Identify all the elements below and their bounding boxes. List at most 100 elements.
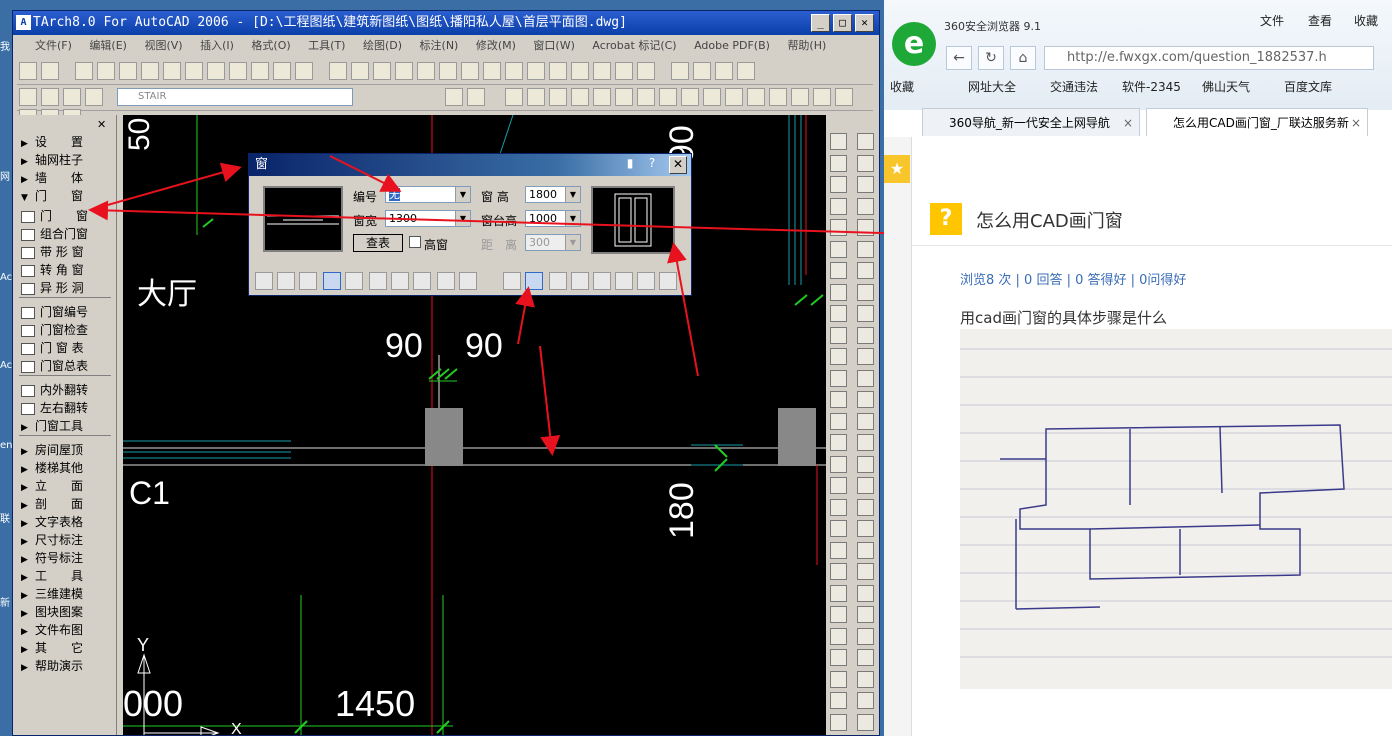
tool-icon[interactable] xyxy=(830,434,847,451)
tool-palette-icon[interactable] xyxy=(549,62,567,80)
cut-icon[interactable] xyxy=(207,62,225,80)
make-block-icon[interactable] xyxy=(768,88,787,106)
insert-mode-icon[interactable] xyxy=(277,272,295,290)
tool-icon[interactable] xyxy=(830,133,847,150)
left-menu-item[interactable]: 异 形 洞 xyxy=(21,279,113,297)
tool-icon[interactable] xyxy=(857,434,874,451)
menu-view[interactable]: 查看 xyxy=(1308,12,1332,29)
left-menu-item[interactable]: 带 形 窗 xyxy=(21,243,113,261)
print-icon[interactable] xyxy=(141,62,159,80)
left-menu-item[interactable]: ▶ 文字表格 xyxy=(21,513,113,531)
fav-link[interactable]: 网址大全 xyxy=(968,78,1016,95)
fav-link[interactable]: 百度文库 xyxy=(1284,78,1332,95)
menu-adobe-pdf[interactable]: Adobe PDF(B) xyxy=(694,39,770,52)
close-button[interactable]: ✕ xyxy=(855,14,874,32)
fav-link[interactable]: 佛山天气 xyxy=(1202,78,1250,95)
insert-mode-icon[interactable] xyxy=(525,272,543,290)
insert-mode-icon[interactable] xyxy=(637,272,655,290)
tool-icon[interactable] xyxy=(857,262,874,279)
calculator-icon[interactable] xyxy=(615,62,633,80)
line-icon[interactable] xyxy=(504,88,523,106)
sill-select[interactable]: 1000 ▼ xyxy=(525,210,581,227)
zoom-window-icon[interactable] xyxy=(461,62,479,80)
tool-icon[interactable] xyxy=(830,305,847,322)
close-icon[interactable]: ✕ xyxy=(97,118,106,131)
pen-icon[interactable] xyxy=(671,62,689,80)
polyline-icon[interactable] xyxy=(548,88,567,106)
tool-icon[interactable] xyxy=(857,348,874,365)
layer-manager-icon[interactable] xyxy=(19,88,37,106)
menu-window[interactable]: 窗口(W) xyxy=(533,39,574,52)
zoom-prev-icon[interactable] xyxy=(483,62,501,80)
left-menu-item[interactable]: 门窗总表 xyxy=(21,357,113,375)
left-menu-item[interactable]: ▶ 立 面 xyxy=(21,477,113,495)
save-icon[interactable] xyxy=(119,62,137,80)
gradient-icon[interactable] xyxy=(834,88,853,106)
insert-mode-icon[interactable] xyxy=(345,272,363,290)
cloud-icon[interactable] xyxy=(658,88,677,106)
left-menu-item[interactable]: 门 窗 xyxy=(21,207,113,225)
undo-icon[interactable] xyxy=(329,62,347,80)
insert-mode-icon[interactable] xyxy=(571,272,589,290)
insert-mode-icon[interactable] xyxy=(255,272,273,290)
rectangle-icon[interactable] xyxy=(592,88,611,106)
design-center-icon[interactable] xyxy=(527,62,545,80)
height-select[interactable]: 1800 ▼ xyxy=(525,186,581,203)
lock-icon[interactable] xyxy=(85,88,103,106)
left-menu-item[interactable]: 内外翻转 xyxy=(21,381,113,399)
left-menu-item[interactable]: ▶ 帮助演示 xyxy=(21,657,113,675)
fav-link[interactable]: 软件-2345 xyxy=(1122,78,1181,95)
tool-icon[interactable] xyxy=(857,584,874,602)
tool-icon[interactable] xyxy=(857,133,874,150)
left-menu-item[interactable]: ▶ 设 置 xyxy=(21,133,113,151)
publish-icon[interactable] xyxy=(185,62,203,80)
tab-question[interactable]: 怎么用CAD画门窗_厂联达服务新 × xyxy=(1146,108,1368,136)
left-menu-item[interactable]: ▶ 工 具 xyxy=(21,567,113,585)
tool-icon[interactable] xyxy=(857,713,874,731)
insert-mode-icon[interactable] xyxy=(615,272,633,290)
tool-icon[interactable] xyxy=(857,240,874,258)
new-icon[interactable] xyxy=(75,62,93,80)
left-menu-item[interactable]: ▶ 门窗工具 xyxy=(21,417,113,435)
redo-icon[interactable] xyxy=(351,62,369,80)
tool-icon[interactable] xyxy=(857,369,874,387)
menu-file[interactable]: 文件(F) xyxy=(35,39,72,52)
refresh-icon[interactable]: ↻ xyxy=(978,46,1004,70)
back-icon[interactable]: ← xyxy=(946,46,972,70)
menu-format[interactable]: 格式(O) xyxy=(251,39,290,52)
sun-icon[interactable] xyxy=(63,88,81,106)
copy-icon[interactable] xyxy=(229,62,247,80)
bulb-icon[interactable] xyxy=(41,88,59,106)
tool-icon[interactable] xyxy=(857,498,874,516)
tool-icon[interactable] xyxy=(830,692,847,709)
left-menu-item[interactable]: ▶ 其 它 xyxy=(21,639,113,657)
left-menu-item[interactable]: 转 角 窗 xyxy=(21,261,113,279)
tool-icon[interactable] xyxy=(857,219,874,236)
menu-draw[interactable]: 绘图(D) xyxy=(363,39,402,52)
width-select[interactable]: 1300 ▼ xyxy=(385,210,471,227)
menu-acrobat[interactable]: Acrobat 标记(C) xyxy=(592,39,676,52)
menu-tools[interactable]: 工具(T) xyxy=(308,39,345,52)
insert-block-icon[interactable] xyxy=(746,88,765,106)
insert-mode-icon[interactable] xyxy=(323,272,341,290)
tool-icon[interactable] xyxy=(830,627,847,645)
insert-mode-icon[interactable] xyxy=(659,272,677,290)
favorites-button[interactable]: 收藏 xyxy=(890,78,914,95)
menu-edit[interactable]: 编辑(E) xyxy=(89,39,127,52)
fav-link[interactable]: 交通违法 xyxy=(1050,78,1098,95)
tool-icon[interactable] xyxy=(830,477,847,494)
properties-icon[interactable] xyxy=(505,62,523,80)
tool-icon[interactable] xyxy=(830,197,847,215)
tool-icon[interactable] xyxy=(857,176,874,193)
tool-icon[interactable] xyxy=(857,563,874,580)
left-menu-item[interactable]: 门 窗 表 xyxy=(21,339,113,357)
dialog-close-button[interactable]: ✕ xyxy=(669,156,687,174)
insert-mode-icon[interactable] xyxy=(299,272,317,290)
tool-icon[interactable] xyxy=(830,455,847,473)
node-icon[interactable] xyxy=(693,62,711,80)
arc-icon[interactable] xyxy=(614,88,633,106)
tool-icon[interactable] xyxy=(830,412,847,430)
make-current-icon[interactable] xyxy=(444,88,463,106)
left-menu-item[interactable]: 门窗检查 xyxy=(21,321,113,339)
xline-icon[interactable] xyxy=(526,88,545,106)
